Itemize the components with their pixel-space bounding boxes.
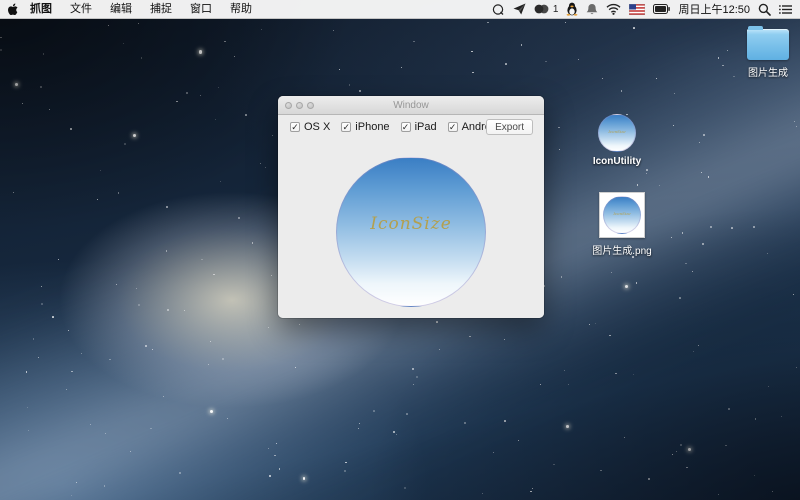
minimize-button[interactable] <box>296 102 303 109</box>
checkbox-label: OS X <box>304 121 331 133</box>
checkbox-box[interactable]: ✓ <box>400 122 411 132</box>
close-button[interactable] <box>285 102 292 109</box>
menu-bar: 抓图 文件 编辑 捕捉 窗口 帮助 1 周日上午12:50 <box>0 0 800 19</box>
zoom-button[interactable] <box>307 102 314 109</box>
wifi-icon[interactable] <box>606 0 621 19</box>
menu-bar-left: 抓图 文件 编辑 捕捉 窗口 帮助 <box>0 0 261 19</box>
app-window: Window ✓ OS X ✓ iPhone ✓ iPad ✓ Android … <box>278 96 544 318</box>
traffic-lights <box>285 96 314 115</box>
checkbox-box[interactable]: ✓ <box>447 122 458 132</box>
menu-item-help[interactable]: 帮助 <box>221 0 261 19</box>
image-thumbnail-circle: IconSize <box>603 196 641 234</box>
export-button[interactable]: Export <box>486 119 533 135</box>
qq-penguin-icon[interactable] <box>566 0 578 19</box>
notification-center-icon[interactable] <box>779 0 792 19</box>
menu-item-edit[interactable]: 编辑 <box>101 0 141 19</box>
desktop-icon-iconutility[interactable]: IconSize IconUtility <box>581 114 653 167</box>
menu-item-capture[interactable]: 捕捉 <box>141 0 181 19</box>
checkbox-osx[interactable]: ✓ OS X <box>290 121 330 133</box>
menu-item-app[interactable]: 抓图 <box>26 0 61 19</box>
app-icon-text: IconSize <box>608 128 626 134</box>
messages-status-icon[interactable] <box>534 0 549 19</box>
checkbox-label: iPhone <box>355 121 390 133</box>
window-content: ✓ OS X ✓ iPhone ✓ iPad ✓ Android Export … <box>278 115 544 318</box>
input-source-flag-icon[interactable] <box>629 0 646 19</box>
folder-icon <box>747 26 789 60</box>
paper-plane-icon[interactable] <box>513 0 526 19</box>
message-count-badge: 1 <box>552 3 559 15</box>
menu-bar-status: 1 周日上午12:50 <box>492 0 800 19</box>
bell-icon[interactable] <box>586 0 598 19</box>
checkbox-box[interactable]: ✓ <box>290 122 300 132</box>
checkbox-label: iPad <box>414 121 437 133</box>
window-titlebar[interactable]: Window <box>278 96 544 115</box>
menu-bar-clock[interactable]: 周日上午12:50 <box>678 1 750 17</box>
desktop-icon-folder[interactable]: 图片生成 <box>732 26 800 79</box>
desktop-icon-label: 图片生成.png <box>592 246 652 257</box>
desktop-icon-label: 图片生成 <box>748 68 788 79</box>
apple-icon <box>7 3 18 15</box>
battery-icon[interactable] <box>653 0 671 19</box>
desktop-icon-png[interactable]: IconSize 图片生成.png <box>586 192 658 257</box>
menu-item-file[interactable]: 文件 <box>61 0 101 19</box>
image-thumbnail-text: IconSize <box>613 210 631 216</box>
spotlight-icon[interactable] <box>758 0 771 19</box>
app-icon: IconSize <box>598 114 636 152</box>
checkbox-iphone[interactable]: ✓ iPhone <box>341 121 390 133</box>
checkbox-row: ✓ OS X ✓ iPhone ✓ iPad ✓ Android <box>290 120 511 134</box>
image-file-icon: IconSize <box>599 192 645 238</box>
desktop-icon-label: IconUtility <box>592 156 642 167</box>
menu-item-window[interactable]: 窗口 <box>181 0 221 19</box>
checkbox-box[interactable]: ✓ <box>341 122 352 132</box>
icon-preview-circle: IconSize <box>336 157 486 307</box>
timer-status-icon[interactable] <box>492 0 505 19</box>
icon-preview-text: IconSize <box>370 214 452 234</box>
apple-menu[interactable] <box>0 3 26 16</box>
window-title: Window <box>393 99 429 111</box>
checkbox-ipad[interactable]: ✓ iPad <box>400 121 437 133</box>
